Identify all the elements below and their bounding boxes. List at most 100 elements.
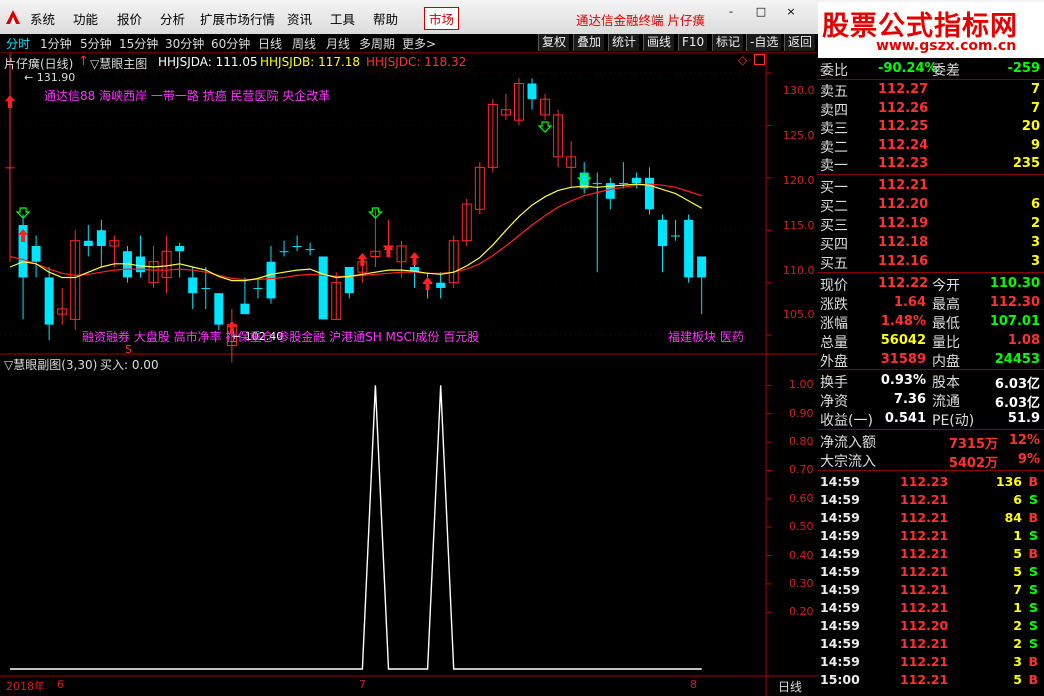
diamond-icon[interactable]: ◇ <box>738 53 747 67</box>
menu-quote[interactable]: 报价 <box>117 9 142 28</box>
maximize-button[interactable]: □ <box>752 5 770 19</box>
stat-value: 6.03亿 <box>994 396 1040 411</box>
mark-button[interactable]: 标记 <box>712 34 744 51</box>
candle-body <box>644 177 654 210</box>
market-button[interactable]: 市场 <box>424 7 460 30</box>
period-more[interactable]: 更多> <box>402 35 436 52</box>
bid-price: 112.18 <box>878 235 929 250</box>
tick-side: S <box>1028 564 1038 579</box>
y-tick-130: 130.0 <box>783 84 815 97</box>
candle-body <box>31 245 41 262</box>
period-intraday[interactable]: 分时 <box>6 35 30 52</box>
kline-chart[interactable] <box>0 52 818 696</box>
candle-body <box>175 245 185 252</box>
period-monthly[interactable]: 月线 <box>326 35 350 52</box>
stat-label: 流通 <box>932 394 960 410</box>
period-60min[interactable]: 60分钟 <box>211 35 250 52</box>
y-tick-115: 115.0 <box>783 219 815 232</box>
watchlist-button[interactable]: -自选 <box>746 34 782 51</box>
ask-volume: 7 <box>1030 82 1040 97</box>
stats-button[interactable]: 统计 <box>608 34 640 51</box>
stat-value: 56042 <box>880 333 926 348</box>
ask-label: 卖四 <box>820 102 848 119</box>
stat-value: 6.03亿 <box>994 377 1040 392</box>
period-daily[interactable]: 日线 <box>258 35 282 52</box>
sub-y-tick-label: 0.40 <box>789 548 814 562</box>
hhjsjda-value: HHJSJDA: 111.05 <box>158 55 258 69</box>
x-label-jun: 6 <box>57 678 64 691</box>
back-button[interactable]: 返回 <box>784 34 816 51</box>
tick-price: 112.21 <box>900 510 949 525</box>
menu-analysis[interactable]: 分析 <box>160 9 185 28</box>
maximize-chart-icon[interactable] <box>754 54 765 65</box>
x-label-year: 2018年 <box>6 680 45 693</box>
indicator-name[interactable]: ▽慧眼主图 <box>90 55 147 72</box>
stat-value: 51.9 <box>1007 411 1040 426</box>
candle-body <box>658 219 667 246</box>
candle-body <box>83 240 93 246</box>
tick-row: 14:59 112.21 1 S <box>818 599 1044 617</box>
period-15min[interactable]: 15分钟 <box>119 35 158 52</box>
candle-body <box>671 235 681 237</box>
bid-volume: 6 <box>1030 197 1040 212</box>
menu-extended-market[interactable]: 扩展市场行情 <box>200 9 275 28</box>
bid-volume: 3 <box>1030 235 1040 250</box>
tick-time: 14:59 <box>820 564 860 579</box>
tick-row: 14:59 112.21 1 S <box>818 527 1044 545</box>
wb-value: -90.24% <box>878 61 938 76</box>
flow-pct: 12% <box>1008 433 1040 448</box>
stat-label: 换手 <box>820 375 848 391</box>
sub-y-tick-label: 1.00 <box>789 378 814 392</box>
period-5min[interactable]: 5分钟 <box>80 35 112 52</box>
candle-body <box>253 287 263 289</box>
sub-indicator-title[interactable]: ▽慧眼副图(3,30) <box>4 356 97 373</box>
candle-body <box>266 261 276 299</box>
tick-volume: 5 <box>1013 546 1022 561</box>
menu-news[interactable]: 资讯 <box>287 9 312 28</box>
ask-price: 112.27 <box>878 82 929 97</box>
period-weekly[interactable]: 周线 <box>292 35 316 52</box>
y-tick-110: 110.0 <box>783 264 815 277</box>
ma-red-line <box>9 183 702 281</box>
tick-side: S <box>1028 636 1038 651</box>
stat-value: 0.93% <box>880 373 926 388</box>
ask-price: 112.24 <box>878 137 929 153</box>
f10-button[interactable]: F10 <box>678 34 708 51</box>
stat-label: 内盘 <box>932 354 960 370</box>
bid-label: 买三 <box>820 218 848 234</box>
stat-value: 1.64 <box>893 295 926 310</box>
candle-body <box>96 230 106 246</box>
ask-row: 卖五 112.27 7 <box>818 81 1044 100</box>
concept-tags-bottom: 融资融券 大盘股 高市净率 社保重仓 参股金融 沪港通SH MSCI成份 百元股 <box>82 330 480 344</box>
sell-s-marker: S <box>125 343 132 356</box>
tick-side: B <box>1028 672 1038 687</box>
period-30min[interactable]: 30分钟 <box>165 35 204 52</box>
period-1min[interactable]: 1分钟 <box>40 35 72 52</box>
concept-tags-right: 福建板块 医药 <box>668 330 744 344</box>
stat-value: 0.541 <box>884 411 926 426</box>
period-multi[interactable]: 多周期 <box>359 35 395 52</box>
tick-time: 15:00 <box>820 672 860 687</box>
sell-arrow-icon <box>357 253 368 266</box>
close-button[interactable]: × <box>782 5 800 19</box>
menu-help[interactable]: 帮助 <box>373 9 398 28</box>
tick-row: 14:59 112.23 136 B <box>818 473 1044 491</box>
stat-value: 7.36 <box>893 392 926 407</box>
menu-tools[interactable]: 工具 <box>330 9 355 28</box>
ma-yellow-line <box>9 183 702 282</box>
overlay-button[interactable]: 叠加 <box>573 34 605 51</box>
period-toolbar: 分时 1分钟 5分钟 15分钟 30分钟 60分钟 日线 周线 月线 多周期 更… <box>0 34 818 53</box>
minimize-button[interactable]: - <box>722 5 740 19</box>
candle-body <box>344 266 354 294</box>
ask-label: 卖三 <box>820 121 848 137</box>
stat-row: 外盘 31589 内盘 24453 <box>818 351 1044 370</box>
stat-value: 1.08 <box>1007 333 1040 348</box>
divider <box>818 429 1044 430</box>
menu-system[interactable]: 系统 <box>30 9 55 28</box>
flow-label: 净流入额 <box>820 435 876 451</box>
candle-body <box>201 287 211 289</box>
menu-function[interactable]: 功能 <box>73 9 98 28</box>
draw-button[interactable]: 画线 <box>643 34 675 51</box>
adjust-button[interactable]: 复权 <box>538 34 570 51</box>
stat-row: 换手 0.93% 股本 6.03亿 <box>818 372 1044 392</box>
